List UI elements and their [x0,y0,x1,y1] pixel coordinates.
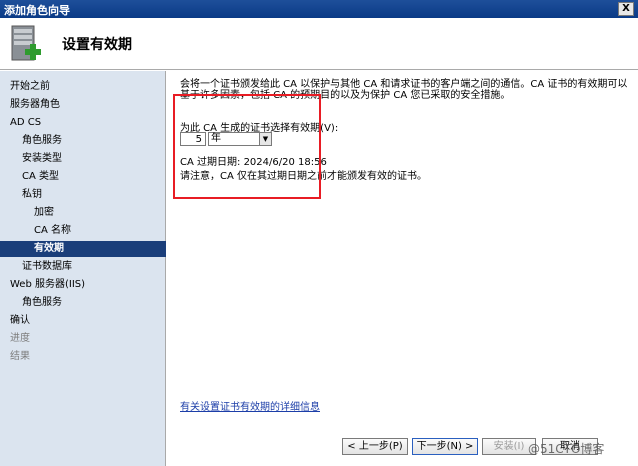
sidebar-step-item[interactable]: 确认 [0,313,166,329]
wizard-button-bar: < 上一步(P) 下一步(N) > 安装(I) 取消 @51CTO博客 [166,436,638,466]
sidebar-step-item[interactable]: 私钥 [0,187,166,203]
sidebar-step-item[interactable]: 安装类型 [0,151,166,167]
next-button[interactable]: 下一步(N) > [412,438,478,455]
sidebar-step-item[interactable]: CA 名称 [0,223,166,239]
help-link[interactable]: 有关设置证书有效期的详细信息 [180,398,320,413]
sidebar-step-item[interactable]: 有效期 [0,241,166,257]
sidebar-step-item[interactable]: 开始之前 [0,79,166,95]
main-content: 会将一个证书颁发给此 CA 以保护与其他 CA 和请求证书的客户端之间的通信。C… [166,71,638,436]
wizard-steps-sidebar: 开始之前 服务器角色 AD CS 角色服务 安装类型 CA 类型 私钥 加密 CA 名称 有效期证… [0,71,166,466]
page-title: 设置有效期 [62,37,132,53]
wizard-header: 设置有效期 [0,18,638,70]
title-bar: 添加角色向导 X [0,0,638,18]
sidebar-step-item[interactable]: 进度 [0,331,166,347]
server-add-icon [11,25,41,61]
sidebar-step-item[interactable]: 角色服务 [0,133,166,149]
window-title: 添加角色向导 [4,4,70,17]
sidebar-step-item[interactable]: 加密 [0,205,166,221]
intro-line-1: 会将一个证书颁发给此 CA 以保护与其他 CA 和请求证书的客户端之间的通信。C… [180,79,628,90]
sidebar-step-item[interactable]: Web 服务器(IIS) [0,277,166,293]
close-icon[interactable]: X [618,2,634,16]
previous-button[interactable]: < 上一步(P) [342,438,408,455]
sidebar-step-item[interactable]: 角色服务 [0,295,166,311]
sidebar-step-item[interactable]: 证书数据库 [0,259,166,275]
sidebar-step-item[interactable]: 服务器角色 [0,97,166,113]
sidebar-step-item[interactable]: CA 类型 [0,169,166,185]
sidebar-step-item[interactable]: AD CS [0,115,166,131]
watermark: @51CTO博客 [528,442,605,456]
sidebar-step-item[interactable]: 结果 [0,349,166,365]
annotation-highlight-box [173,94,321,199]
